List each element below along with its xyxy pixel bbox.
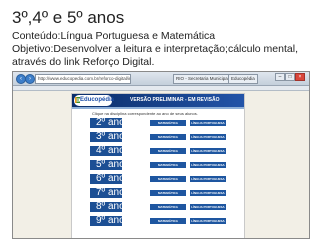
logo-text: Educopédia bbox=[80, 97, 115, 103]
math-button[interactable]: MATEMÁTICA bbox=[150, 204, 186, 210]
minimize-icon[interactable]: – bbox=[275, 73, 285, 81]
browser-tab[interactable]: RIO - Secretaria Municipal de Ed... bbox=[173, 74, 229, 84]
banner-title: VERSÃO PRELIMINAR - EM REVISÃO bbox=[130, 97, 220, 103]
math-button[interactable]: MATEMÁTICA bbox=[150, 190, 186, 196]
grade-label[interactable]: 6º ano bbox=[90, 174, 125, 184]
forward-icon[interactable]: › bbox=[25, 74, 35, 84]
portuguese-button[interactable]: LÍNGUA PORTUGUESA bbox=[190, 218, 226, 224]
math-button[interactable]: MATEMÁTICA bbox=[150, 148, 186, 154]
portuguese-button[interactable]: LÍNGUA PORTUGUESA bbox=[190, 190, 226, 196]
portuguese-button[interactable]: LÍNGUA PORTUGUESA bbox=[190, 148, 226, 154]
grade-label[interactable]: 8º ano bbox=[90, 202, 125, 212]
slide-body: Conteúdo:Língua Portuguesa e Matemática … bbox=[12, 30, 312, 69]
site-header: Educopédia VERSÃO PRELIMINAR - EM REVISÃ… bbox=[72, 94, 244, 107]
grade-label[interactable]: 4º ano bbox=[90, 146, 125, 156]
math-button[interactable]: MATEMÁTICA bbox=[150, 218, 186, 224]
portuguese-button[interactable]: LÍNGUA PORTUGUESA bbox=[190, 162, 226, 168]
instruction-text: Clique na disciplina correspondente ao a… bbox=[92, 111, 198, 116]
portuguese-button[interactable]: LÍNGUA PORTUGUESA bbox=[190, 120, 226, 126]
math-button[interactable]: MATEMÁTICA bbox=[150, 162, 186, 168]
content-text: Conteúdo:Língua Portuguesa e Matemática bbox=[12, 30, 216, 42]
header-stripe bbox=[72, 107, 244, 109]
browser-titlebar: ‹ › http://www.educopedia.com.br/reforco… bbox=[13, 72, 309, 86]
math-button[interactable]: MATEMÁTICA bbox=[150, 134, 186, 140]
objective-text: Objetivo:Desenvolver a leitura e interpr… bbox=[12, 43, 298, 68]
portuguese-button[interactable]: LÍNGUA PORTUGUESA bbox=[190, 134, 226, 140]
browser-tab[interactable]: Educopédia bbox=[228, 74, 258, 84]
portuguese-button[interactable]: LÍNGUA PORTUGUESA bbox=[190, 204, 226, 210]
portuguese-button[interactable]: LÍNGUA PORTUGUESA bbox=[190, 176, 226, 182]
address-bar[interactable]: http://www.educopedia.com.br/reforco-dig… bbox=[35, 74, 131, 84]
grade-label[interactable]: 9º ano bbox=[90, 216, 125, 226]
browser-screenshot: ‹ › http://www.educopedia.com.br/reforco… bbox=[12, 71, 310, 239]
grade-label[interactable]: 3º ano bbox=[90, 132, 125, 142]
close-icon[interactable]: × bbox=[295, 73, 305, 81]
grade-label[interactable]: 5º ano bbox=[90, 160, 125, 170]
grade-label[interactable]: 2º ano bbox=[90, 118, 125, 128]
educopedia-page: Educopédia VERSÃO PRELIMINAR - EM REVISÃ… bbox=[71, 93, 245, 238]
grade-label[interactable]: 7º ano bbox=[90, 188, 125, 198]
logo[interactable]: Educopédia bbox=[74, 95, 115, 106]
math-button[interactable]: MATEMÁTICA bbox=[150, 120, 186, 126]
maximize-icon[interactable]: □ bbox=[285, 73, 295, 81]
math-button[interactable]: MATEMÁTICA bbox=[150, 176, 186, 182]
browser-toolbar bbox=[13, 86, 309, 91]
slide-title: 3º,4º e 5º anos bbox=[12, 8, 125, 27]
